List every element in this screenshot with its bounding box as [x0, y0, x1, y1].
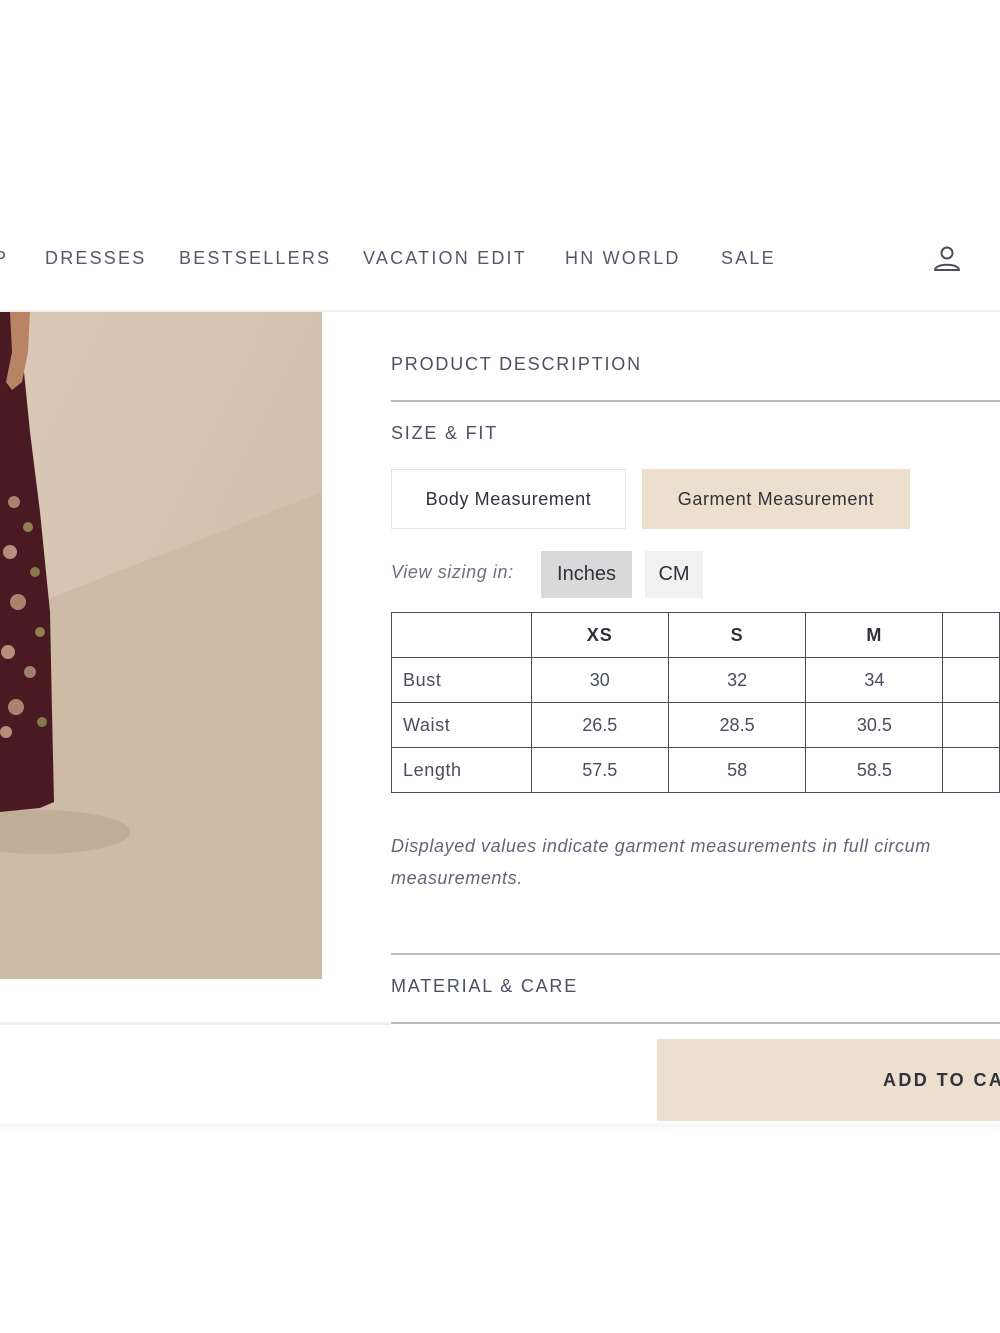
row-label: Length [391, 747, 532, 793]
nav-item-hn-world[interactable]: HN WORLD [565, 248, 681, 269]
nav-item-dresses[interactable]: DRESSES [45, 248, 146, 269]
section-divider [391, 1022, 1000, 1024]
add-to-cart-button[interactable]: ADD TO CA [657, 1039, 1000, 1121]
nav-item-bestsellers[interactable]: BESTSELLERS [179, 248, 331, 269]
measurement-note: Displayed values indicate garment measur… [391, 830, 1000, 894]
material-care-heading[interactable]: MATERIAL & CARE [391, 976, 578, 997]
inches-toggle[interactable]: Inches [541, 551, 632, 598]
nav-item-vacation-edit[interactable]: VACATION EDIT [363, 248, 527, 269]
table-cell: 58.5 [805, 747, 944, 793]
cm-toggle[interactable]: CM [645, 551, 703, 598]
bottom-bar-shadow [0, 1124, 1000, 1130]
nav-item-shop[interactable]: P [0, 248, 8, 269]
table-header-row: XS S M [391, 612, 1000, 658]
table-cell [942, 657, 1000, 703]
table-row: Length 57.5 58 58.5 [391, 747, 1000, 793]
view-sizing-label: View sizing in: [391, 562, 514, 582]
product-image[interactable] [0, 312, 322, 979]
size-chart-table: XS S M Bust 30 32 34 Waist 26.5 28.5 30.… [391, 612, 1000, 793]
table-header-cell [391, 612, 532, 658]
top-nav: P DRESSES BESTSELLERS VACATION EDIT HN W… [0, 210, 1000, 310]
size-fit-heading[interactable]: SIZE & FIT [391, 423, 498, 444]
measurement-note-line: Displayed values indicate garment measur… [391, 836, 931, 856]
nav-item-sale[interactable]: SALE [721, 248, 776, 269]
row-label: Waist [391, 702, 532, 748]
table-cell: 26.5 [530, 702, 669, 748]
table-cell: 28.5 [667, 702, 807, 748]
user-icon[interactable] [932, 244, 962, 274]
table-cell: 34 [805, 657, 944, 703]
table-row: Bust 30 32 34 [391, 657, 1000, 703]
table-cell: 58 [667, 747, 807, 793]
table-header-cell: XS [530, 612, 669, 658]
garment-measurement-tab[interactable]: Garment Measurement [642, 469, 910, 529]
section-divider [391, 953, 1000, 955]
table-header-cell [942, 612, 1000, 658]
bottom-bar-border [0, 1022, 390, 1025]
table-row: Waist 26.5 28.5 30.5 [391, 702, 1000, 748]
table-cell: 30.5 [805, 702, 944, 748]
section-divider [391, 400, 1000, 402]
product-description-heading[interactable]: PRODUCT DESCRIPTION [391, 354, 642, 375]
table-header-cell: S [667, 612, 807, 658]
table-cell [942, 747, 1000, 793]
measurement-note-line: measurements. [391, 868, 523, 888]
row-label: Bust [391, 657, 532, 703]
body-measurement-tab[interactable]: Body Measurement [391, 469, 626, 529]
table-cell: 32 [667, 657, 807, 703]
table-cell: 30 [530, 657, 669, 703]
table-cell [942, 702, 1000, 748]
table-cell: 57.5 [530, 747, 669, 793]
table-header-cell: M [805, 612, 944, 658]
